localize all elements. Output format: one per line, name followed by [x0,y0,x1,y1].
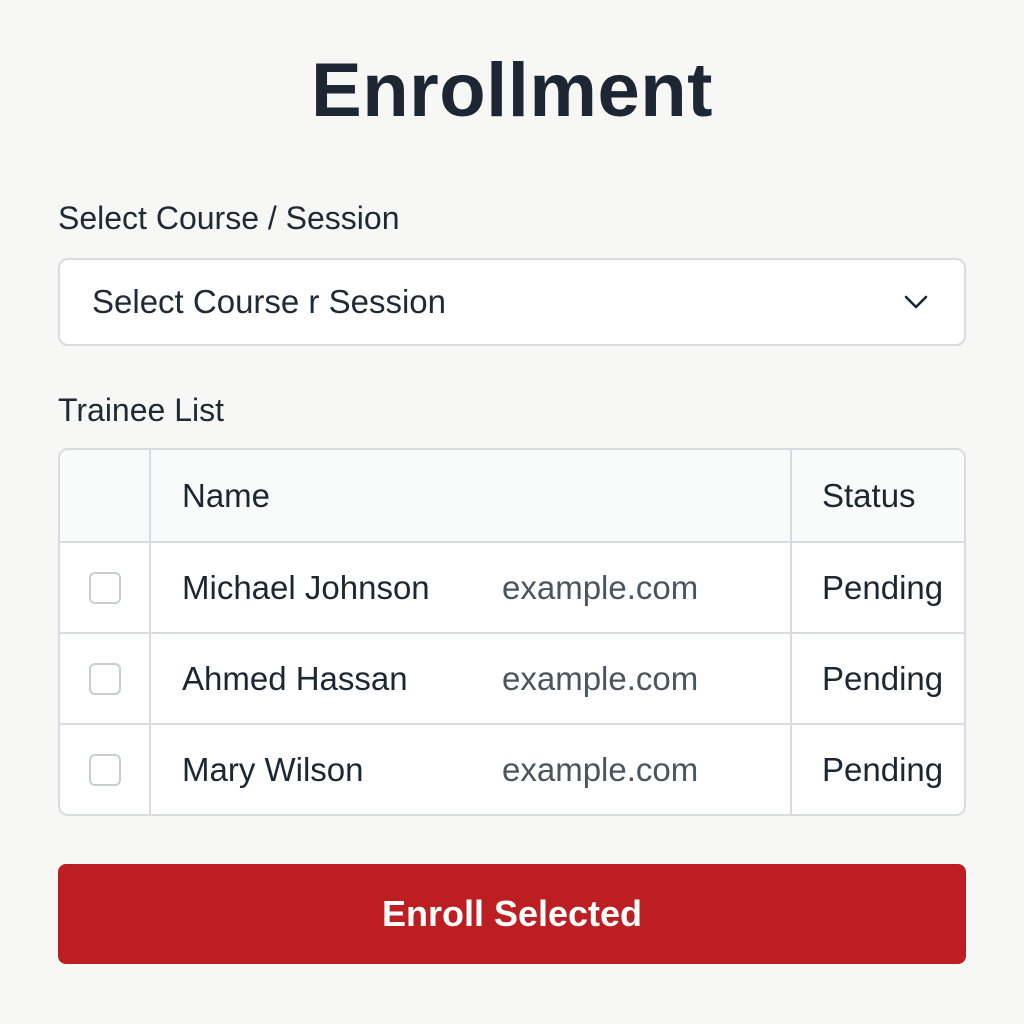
enrollment-page: Enrollment Select Course / Session Selec… [0,0,1024,1024]
course-session-selected-value: Select Course r Session [92,283,446,320]
trainee-name: Mary Wilson [182,750,364,788]
row-checkbox-cell [60,725,151,814]
trainee-status: Pending [822,750,944,788]
trainee-email: example.com [502,568,699,606]
course-session-select[interactable]: Select Course r Session [58,258,966,346]
column-header-name: Name [151,450,792,541]
trainee-name: Michael Johnson [182,568,430,606]
row-checkbox[interactable] [88,571,121,604]
table-row: Mary Wilson example.com Pending [60,723,964,814]
trainee-name: Ahmed Hassan [182,659,408,697]
row-checkbox[interactable] [88,662,121,695]
trainee-table: Name Status Michael Johnson example.com … [58,448,966,816]
trainee-list-label: Trainee List [58,392,224,428]
column-header-status: Status [822,476,916,514]
row-checkbox-cell [60,634,151,723]
trainee-email: example.com [502,659,699,697]
course-select-label: Select Course / Session [58,200,400,236]
trainee-status: Pending [822,659,944,697]
name-cell: Mary Wilson example.com [151,725,792,814]
name-cell: Ahmed Hassan example.com [151,634,792,723]
chevron-down-icon [902,288,930,316]
trainee-status: Pending [822,568,944,606]
table-header-row: Name Status [60,450,964,541]
trainee-email: example.com [502,750,699,788]
row-checkbox-cell [60,543,151,632]
header-checkbox-cell [60,450,151,541]
table-row: Michael Johnson example.com Pending [60,541,964,632]
page-title: Enrollment [311,48,713,133]
row-checkbox[interactable] [88,753,121,786]
name-cell: Michael Johnson example.com [151,543,792,632]
table-row: Ahmed Hassan example.com Pending [60,632,964,723]
enroll-selected-button[interactable]: Enroll Selected [58,864,966,964]
